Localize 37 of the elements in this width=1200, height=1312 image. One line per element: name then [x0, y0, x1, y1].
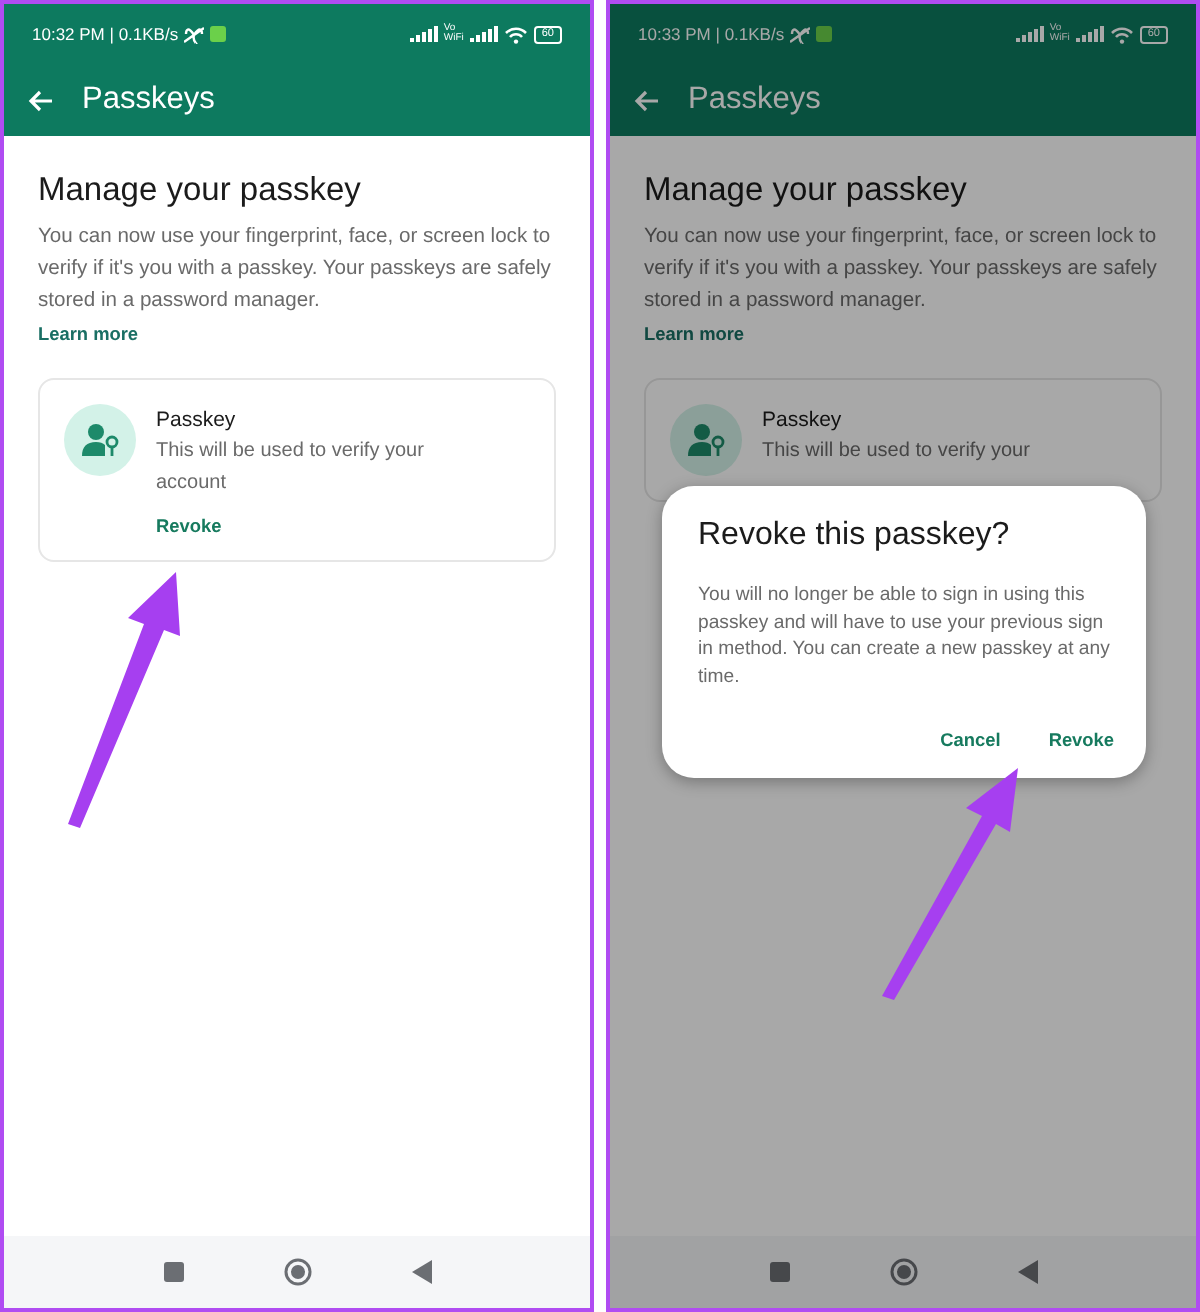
home-icon[interactable]	[283, 1258, 311, 1286]
back-icon[interactable]	[1017, 1260, 1037, 1284]
app-bar-title: Passkeys	[82, 82, 215, 118]
signal-icon	[409, 26, 438, 42]
section-heading: Manage your passkey	[644, 172, 969, 210]
dialog-title: Revoke this passkey?	[698, 518, 1012, 554]
status-time: 10:33 PM | 0.1KB/s	[638, 24, 785, 44]
app-bar-title: Passkeys	[688, 82, 821, 118]
learn-more-link[interactable]: Learn more	[644, 318, 745, 350]
app-icon	[816, 26, 833, 42]
passkey-subtitle: This will be used to verify your account	[156, 438, 426, 498]
status-time: 10:32 PM | 0.1KB/s	[32, 24, 179, 44]
app-icon	[210, 26, 227, 42]
signal-icon	[1015, 26, 1044, 42]
back-icon[interactable]	[411, 1260, 431, 1284]
section-heading: Manage your passkey	[38, 172, 363, 210]
back-arrow-icon[interactable]	[634, 89, 660, 111]
passkey-icon	[64, 404, 136, 476]
dialog-message: You will no longer be able to sign in using this passkey and will have to use your previous sign in method. You can create a new passkey at any time.	[698, 582, 1112, 690]
recents-icon[interactable]	[163, 1262, 183, 1282]
passkey-title: Passkey	[762, 408, 842, 432]
passkey-title: Passkey	[156, 408, 236, 432]
passkey-icon	[670, 404, 742, 476]
description-text: You can now use your fingerprint, face, or screen lock to verify if it's you with a passkey. Your passkeys are safely stored in a password manager.	[644, 224, 1159, 316]
home-icon[interactable]	[889, 1258, 917, 1286]
back-arrow-icon[interactable]	[28, 89, 54, 111]
wifi-icon	[503, 25, 528, 43]
description-text: You can now use your fingerprint, face, or screen lock to verify if it's you with a passkey. Your passkeys are safely stored in a password manager.	[38, 224, 553, 316]
revoke-button[interactable]: Revoke	[156, 516, 222, 536]
signal-icon	[469, 26, 498, 42]
learn-more-link[interactable]: Learn more	[38, 318, 139, 350]
wifi-icon	[1109, 25, 1134, 43]
passkey-subtitle: This will be used to verify your	[762, 438, 1032, 466]
confirm-button[interactable]: Revoke	[1048, 730, 1114, 750]
signal-icon	[1075, 26, 1104, 42]
recents-icon[interactable]	[769, 1262, 789, 1282]
cancel-button[interactable]: Cancel	[940, 730, 1001, 750]
